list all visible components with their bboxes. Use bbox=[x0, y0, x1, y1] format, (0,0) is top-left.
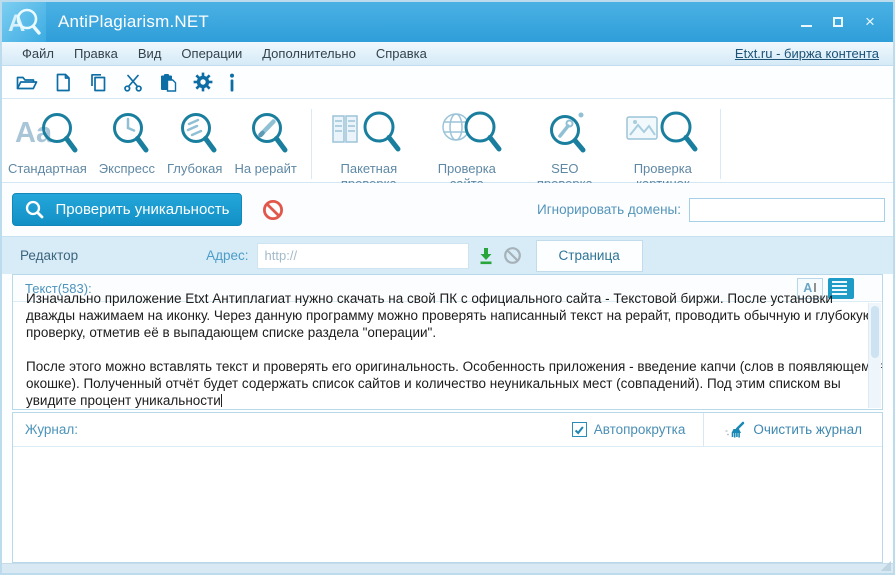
text-line: дважды нажимаем на иконку. Через данную … bbox=[26, 308, 873, 323]
title-bar: A AntiPlagiarism.NET × bbox=[2, 2, 893, 42]
check-button-label: Проверить уникальность bbox=[55, 201, 230, 218]
text-line bbox=[26, 341, 869, 358]
menu-operations[interactable]: Операции bbox=[171, 46, 252, 61]
menu-edit[interactable]: Правка bbox=[64, 46, 128, 61]
stop-prohibition-icon[interactable] bbox=[262, 199, 284, 221]
open-folder-icon[interactable] bbox=[16, 73, 38, 92]
magnifier-pencil-icon bbox=[241, 109, 291, 160]
app-window: A AntiPlagiarism.NET × Файл Правка Вид О… bbox=[0, 0, 895, 575]
magnifier-aa-icon: Aa bbox=[15, 109, 79, 160]
address-label: Адрес: bbox=[206, 248, 249, 263]
ignore-domains-input[interactable] bbox=[689, 197, 885, 222]
autoscroll-toggle[interactable]: Автопрокрутка bbox=[554, 422, 704, 437]
resize-grip-icon[interactable] bbox=[881, 561, 891, 571]
address-input[interactable] bbox=[256, 242, 469, 269]
mode-label: Глубокая bbox=[166, 161, 223, 176]
journal-label: Журнал: bbox=[25, 422, 79, 437]
image-check-button[interactable]: Проверка картинок bbox=[614, 107, 712, 193]
text-line: окошке). Полученный отчёт будет содержат… bbox=[26, 376, 841, 391]
download-page-icon[interactable] bbox=[477, 247, 495, 265]
menu-bar: Файл Правка Вид Операции Дополнительно С… bbox=[2, 42, 893, 66]
site-check-button[interactable]: Проверка сайта bbox=[418, 107, 516, 193]
text-line: После этого можно вставлять текст и пров… bbox=[26, 359, 882, 374]
text-caret bbox=[220, 394, 222, 407]
image-magnifier-icon bbox=[626, 109, 700, 160]
paste-icon[interactable] bbox=[158, 73, 178, 92]
divider bbox=[310, 109, 312, 179]
menu-extra[interactable]: Дополнительно bbox=[252, 46, 366, 61]
etxt-link[interactable]: Etxt.ru - биржа контента bbox=[735, 46, 883, 61]
mode-label: Экспресс bbox=[98, 161, 155, 176]
batch-magnifier-icon bbox=[332, 109, 406, 160]
text-panel: Текст(583): AI Изначально приложение Etx… bbox=[12, 274, 883, 410]
svg-text:Aa: Aa bbox=[15, 117, 53, 149]
mode-label: Стандартная bbox=[8, 161, 87, 176]
cut-icon[interactable] bbox=[123, 73, 143, 92]
settings-gear-icon[interactable] bbox=[193, 72, 213, 92]
magnifier-clock-icon bbox=[102, 109, 152, 160]
text-line: Изначально приложение Etxt Антиплагиат н… bbox=[26, 291, 833, 306]
check-uniqueness-button[interactable]: Проверить уникальность bbox=[12, 193, 242, 226]
clear-journal-label: Очистить журнал bbox=[753, 422, 862, 437]
check-row: Проверить уникальность Игнорировать доме… bbox=[2, 183, 893, 236]
info-icon[interactable] bbox=[228, 73, 236, 92]
copy-icon[interactable] bbox=[88, 73, 108, 92]
brush-icon bbox=[725, 421, 745, 437]
status-bar bbox=[2, 561, 893, 573]
ignore-domains-label: Игнорировать домены: bbox=[537, 202, 681, 217]
seo-magnifier-icon bbox=[535, 109, 595, 160]
cancel-gray-icon[interactable] bbox=[503, 246, 522, 265]
tab-editor[interactable]: Редактор bbox=[20, 248, 78, 263]
seo-check-button[interactable]: SEO проверка bbox=[516, 107, 614, 193]
autoscroll-label: Автопрокрутка bbox=[593, 422, 686, 437]
mode-rewrite-button[interactable]: На рерайт bbox=[228, 107, 302, 178]
batch-check-button[interactable]: Пакетная проверка bbox=[320, 107, 418, 193]
close-button[interactable]: × bbox=[863, 13, 877, 30]
menu-help[interactable]: Справка bbox=[366, 46, 437, 61]
mode-deep-button[interactable]: Глубокая bbox=[161, 107, 228, 178]
journal-log-area[interactable] bbox=[13, 447, 882, 562]
new-document-icon[interactable] bbox=[53, 73, 73, 92]
mode-express-button[interactable]: Экспресс bbox=[93, 107, 161, 178]
autoscroll-checkbox[interactable] bbox=[571, 422, 587, 437]
tab-page[interactable]: Страница bbox=[535, 239, 643, 272]
magnifier-icon bbox=[25, 200, 43, 219]
text-line: проверку, отметив её в выпадающем списке… bbox=[26, 325, 437, 340]
journal-panel: Журнал: Автопрокрутка Очистить журнал bbox=[12, 412, 883, 563]
mode-row: Aa Стандартная Экспресс Глубокая На рера… bbox=[2, 99, 893, 191]
editor-tab-row: Редактор Адрес: Страница bbox=[2, 236, 893, 274]
menu-file[interactable]: Файл bbox=[12, 46, 64, 61]
globe-magnifier-icon bbox=[431, 109, 503, 160]
clear-journal-button[interactable]: Очистить журнал bbox=[704, 413, 882, 446]
app-logo-icon: A bbox=[2, 2, 46, 42]
journal-header: Журнал: Автопрокрутка Очистить журнал bbox=[13, 413, 882, 447]
mode-label: На рерайт bbox=[234, 161, 297, 176]
magnifier-lines-icon bbox=[170, 109, 220, 160]
window-title: AntiPlagiarism.NET bbox=[58, 12, 209, 31]
divider bbox=[719, 109, 721, 179]
text-line: увидите процент уникальности bbox=[26, 393, 222, 408]
minimize-button[interactable] bbox=[799, 15, 813, 29]
maximize-button[interactable] bbox=[831, 15, 845, 29]
check-icon bbox=[575, 425, 584, 435]
toolbar bbox=[2, 66, 893, 99]
text-scrollbar[interactable] bbox=[868, 303, 881, 408]
svg-text:A: A bbox=[8, 10, 25, 37]
text-editor-area[interactable]: Изначально приложение Etxt Антиплагиат н… bbox=[13, 290, 882, 409]
mode-standard-button[interactable]: Aa Стандартная bbox=[2, 107, 93, 178]
scrollbar-thumb[interactable] bbox=[871, 306, 879, 358]
menu-view[interactable]: Вид bbox=[128, 46, 172, 61]
